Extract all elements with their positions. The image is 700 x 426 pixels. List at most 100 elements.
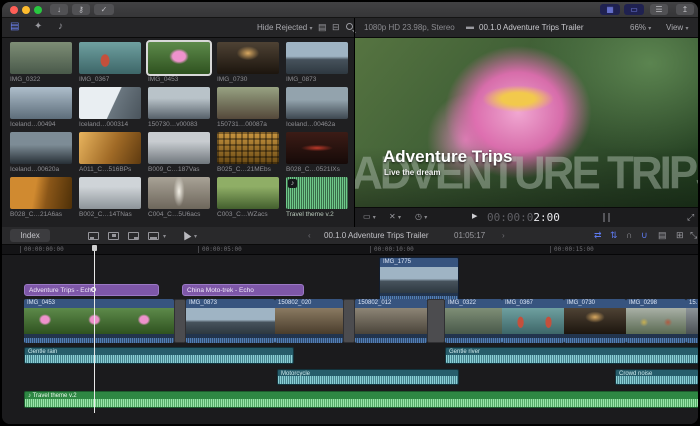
clip-thumbnail[interactable] [286, 87, 348, 119]
browser-clip[interactable]: 150730…v00083 [148, 87, 210, 128]
browser-clip[interactable]: B002_C…14TNas [79, 177, 141, 218]
playhead-handle[interactable] [92, 245, 97, 251]
video-clip[interactable]: IMG_0453 [24, 299, 174, 343]
timeline-toggle-button[interactable]: ▭ [624, 4, 644, 15]
import-media-button[interactable]: ↓ [50, 4, 68, 15]
music-clip[interactable]: ♪ Travel theme v.2 [24, 391, 698, 408]
clip-thumbnail[interactable] [10, 132, 72, 164]
zoom-window-button[interactable] [34, 6, 42, 14]
select-tool-icon[interactable] [180, 229, 192, 241]
browser-clip[interactable]: C003_C…WZacs [217, 177, 279, 218]
audio-meter-right[interactable] [608, 213, 610, 222]
clip-thumbnail[interactable] [79, 132, 141, 164]
append-edit-icon[interactable] [128, 232, 139, 240]
audio-clip[interactable]: Gentle river [445, 347, 698, 364]
timeline-history-back[interactable]: ‹ [308, 227, 311, 245]
insert-edit-icon[interactable] [108, 232, 119, 240]
clip-marker[interactable] [91, 287, 96, 292]
clip-thumbnail[interactable] [79, 42, 141, 74]
music-sidebar-icon[interactable]: ♪ [58, 18, 63, 36]
browser-clip[interactable]: 150731…00087a [217, 87, 279, 128]
browser-clip[interactable]: Iceland…00620a [10, 132, 72, 173]
transition-clip[interactable] [174, 299, 186, 343]
browser-clip[interactable]: IMG_0730 [217, 42, 279, 83]
clip-thumbnail[interactable] [217, 132, 279, 164]
video-clip[interactable]: IMG_0730 [564, 299, 626, 343]
clip-thumbnail[interactable] [286, 132, 348, 164]
connected-clip[interactable]: IMG_1775 [379, 257, 459, 301]
play-button[interactable]: ▶ [472, 208, 477, 226]
clip-thumbnail[interactable] [148, 177, 210, 209]
timeline-ruler[interactable]: 00:00:00:00 00:00:05:00 00:00:10:00 00:0… [2, 245, 698, 255]
audio-meter-left[interactable] [603, 213, 605, 222]
browser-clip[interactable]: B009_C…187Vas [148, 132, 210, 173]
timeline-history-forward[interactable]: › [502, 227, 505, 245]
background-tasks-button[interactable]: ✓ [94, 4, 114, 15]
solo-icon[interactable]: ∩ [626, 227, 632, 244]
keyword-editor-button[interactable]: ⚷ [72, 4, 90, 15]
fullscreen-icon[interactable]: ⤢ [687, 208, 694, 226]
connect-edit-icon[interactable] [88, 232, 99, 240]
browser-clip[interactable]: B028_C…0521IXs [286, 132, 348, 173]
search-icon[interactable] [346, 23, 353, 30]
index-button[interactable]: Index [10, 229, 50, 242]
audio-clip-thumbnail[interactable]: ♪ [286, 177, 348, 209]
zoom-level-popup[interactable]: 66% ▾ [630, 18, 651, 39]
filter-popup[interactable]: Hide Rejected ▾ [257, 18, 313, 39]
video-clip[interactable]: IMG_0298 [626, 299, 686, 343]
minimize-window-button[interactable] [22, 6, 30, 14]
clip-thumbnail[interactable] [217, 87, 279, 119]
transition-clip[interactable] [343, 299, 355, 343]
view-popup[interactable]: View ▾ [666, 18, 688, 39]
effects-menu[interactable]: ✕ ▾ [389, 208, 401, 227]
browser-clip[interactable]: IMG_0367 [79, 42, 141, 83]
audio-clip[interactable]: Motorcycle [277, 369, 459, 385]
zoom-fit-icon[interactable]: ⤡ [690, 227, 697, 244]
audio-skimming-icon[interactable]: ⇅ [610, 227, 618, 244]
clip-thumbnail[interactable] [79, 177, 141, 209]
overwrite-edit-icon[interactable] [148, 232, 159, 240]
skimming-icon[interactable]: ⇄ [594, 227, 602, 244]
clip-thumbnail[interactable] [217, 177, 279, 209]
browser-clip[interactable]: ♪ Travel theme v.2 [286, 177, 348, 218]
video-clip[interactable]: IMG_0322 [445, 299, 502, 343]
snapping-icon[interactable]: ∪ [641, 227, 648, 244]
browser-clip[interactable]: B025_C…21MEbs [217, 132, 279, 173]
libraries-sidebar-icon[interactable]: ▤ [10, 18, 19, 36]
browser-clip[interactable]: Iceland…00494 [10, 87, 72, 128]
audio-clip[interactable]: Crowd noise [615, 369, 698, 385]
transform-menu[interactable]: ▭ ▾ [363, 208, 376, 227]
chevron-down-icon[interactable]: ▾ [194, 233, 197, 240]
clip-thumbnail[interactable] [10, 42, 72, 74]
inspector-toggle-button[interactable]: ☰ [650, 4, 668, 15]
video-clip[interactable]: IMG_0873 [186, 299, 275, 343]
clip-thumbnail[interactable] [286, 42, 348, 74]
clip-thumbnail[interactable] [148, 87, 210, 119]
clip-thumbnail-selected[interactable] [146, 40, 212, 76]
clip-thumbnail[interactable] [79, 87, 141, 119]
browser-clip[interactable]: C004_C…5U6acs [148, 177, 210, 218]
clip-thumbnail[interactable] [10, 87, 72, 119]
clip-thumbnail[interactable] [10, 177, 72, 209]
timeline-index-icon[interactable]: ▤ [658, 227, 667, 244]
clip-appearance-icon[interactable]: ▤ [318, 18, 327, 36]
browser-clip[interactable]: A011_C…516BPs [79, 132, 141, 173]
photos-sidebar-icon[interactable]: ✦ [34, 18, 42, 36]
video-clip[interactable]: 15… [686, 299, 698, 343]
transition-clip[interactable] [427, 299, 445, 343]
playhead[interactable] [94, 245, 95, 413]
browser-clip[interactable]: Iceland…000314 [79, 87, 141, 128]
audio-clip[interactable]: Gentle rain [24, 347, 294, 364]
browser-clip[interactable]: IMG_0453 [146, 40, 212, 83]
share-button[interactable]: ↥ [676, 4, 694, 15]
clip-thumbnail[interactable] [148, 132, 210, 164]
clip-appearance-icon[interactable]: ⊞ [676, 227, 684, 244]
browser-clip[interactable]: IMG_0322 [10, 42, 72, 83]
title-clip[interactable]: China Moto-trek - Echo [182, 284, 304, 296]
video-clip[interactable]: IMG_0367 [502, 299, 564, 343]
browser-clip[interactable]: IMG_0873 [286, 42, 348, 83]
retime-menu[interactable]: ◷ ▾ [415, 208, 427, 227]
video-clip[interactable]: 150802_012 [355, 299, 427, 343]
video-clip[interactable]: 150802_020 [275, 299, 343, 343]
browser-clip[interactable]: Iceland…00462a [286, 87, 348, 128]
